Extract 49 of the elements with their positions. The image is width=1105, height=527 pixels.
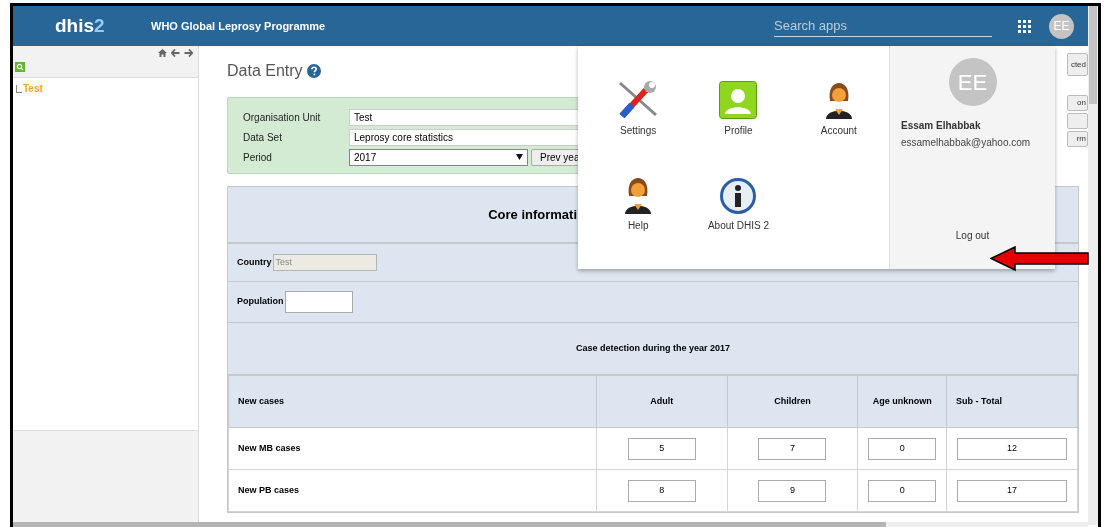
forward-arrow-icon[interactable]: [184, 49, 193, 57]
field-label: Period: [243, 150, 273, 165]
app-tile[interactable]: Account: [788, 79, 889, 174]
apps-grid-icon[interactable]: [1018, 19, 1031, 33]
column-header: Sub - Total: [946, 375, 1078, 428]
subsection-title: Case detection during the year 2017: [575, 341, 731, 355]
info-icon: [720, 178, 757, 214]
value-input[interactable]: 8: [627, 479, 696, 502]
field-label: Data Set: [243, 130, 283, 145]
search-field[interactable]: Search apps: [774, 15, 992, 37]
value-input[interactable]: 0: [868, 479, 937, 502]
caret-icon: [516, 154, 523, 160]
person-icon: [623, 176, 654, 214]
help-icon[interactable]: [306, 64, 321, 78]
user-name: Essam Elhabbak: [901, 119, 982, 133]
value-input[interactable]: 7: [758, 437, 827, 460]
form-button[interactable]: on: [1067, 95, 1088, 111]
field-label: Organisation Unit: [243, 110, 322, 125]
value-input[interactable]: 0: [868, 437, 937, 460]
app-title: WHO Global Leprosy Programme: [151, 18, 326, 34]
section-title: Core informati: [488, 205, 577, 224]
form-button[interactable]: cted: [1067, 53, 1088, 76]
person-icon: [823, 81, 854, 119]
field-label: Country: [237, 255, 272, 269]
period-select[interactable]: 2017: [349, 148, 528, 166]
app-tile[interactable]: About DHIS 2: [688, 174, 789, 269]
value-input[interactable]: 5: [627, 437, 696, 460]
user-email: essamelhabbak@yahoo.com: [901, 136, 1031, 150]
column-header: Adult: [596, 375, 728, 428]
field-label: Population: [237, 295, 284, 309]
field-input: Test: [272, 254, 377, 271]
profile-icon: [719, 81, 758, 119]
form-button[interactable]: rm: [1067, 131, 1088, 147]
page-title: Data Entry: [227, 61, 303, 81]
column-header: New cases: [228, 375, 597, 428]
back-arrow-icon[interactable]: [171, 49, 180, 57]
row-label: New MB cases: [228, 427, 597, 470]
user-avatar: EE: [948, 58, 997, 106]
home-icon[interactable]: [158, 49, 167, 57]
value-input[interactable]: 9: [758, 479, 827, 502]
field-input[interactable]: [284, 291, 353, 313]
row-label: New PB cases: [228, 469, 597, 512]
column-header: Age unknown: [857, 375, 947, 428]
logo[interactable]: dhis2: [55, 14, 105, 36]
column-header: Children: [727, 375, 858, 428]
value-input[interactable]: 17: [957, 479, 1068, 502]
logout-link[interactable]: Log out: [955, 228, 990, 243]
value-input[interactable]: 12: [957, 437, 1068, 460]
app-tile[interactable]: Help: [588, 174, 689, 269]
